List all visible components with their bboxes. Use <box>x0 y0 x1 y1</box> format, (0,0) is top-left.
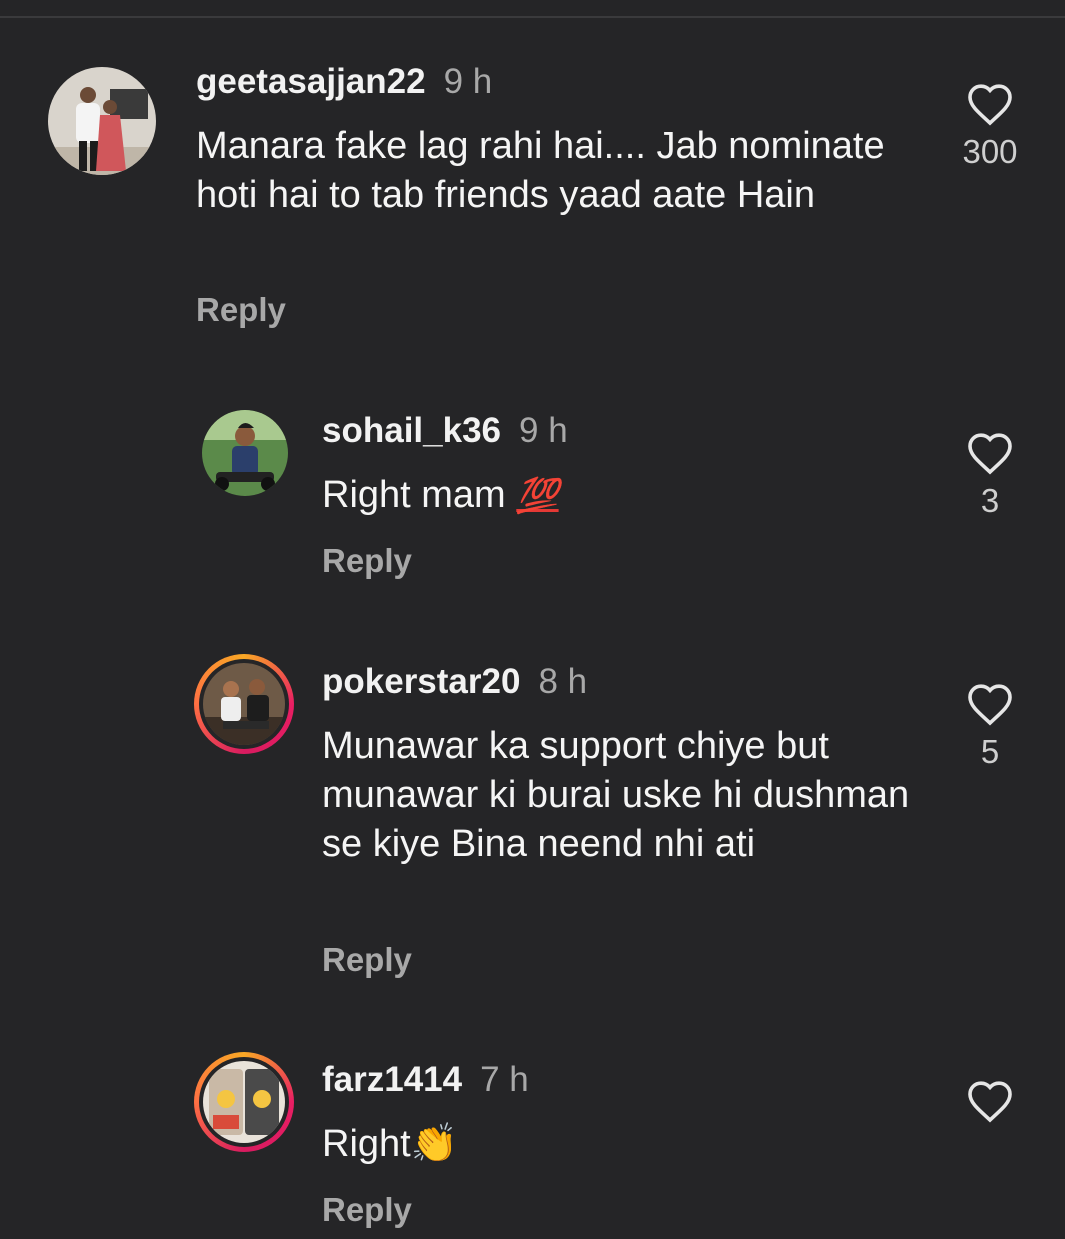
heart-outline-icon <box>968 84 1012 126</box>
story-ring[interactable] <box>194 654 294 754</box>
comment-meta: pokerstar20 8 h <box>322 662 587 702</box>
comment-text-body: Right <box>322 1123 411 1165</box>
like-count: 3 <box>980 482 1000 519</box>
timestamp: 8 h <box>538 662 588 701</box>
username[interactable]: geetasajjan22 <box>196 62 426 101</box>
like-count: 5 <box>980 733 1000 770</box>
timestamp: 9 h <box>443 62 493 101</box>
hundred-points-emoji-icon: 💯 <box>516 477 559 515</box>
comment-meta: geetasajjan22 9 h <box>196 62 492 102</box>
comment-text: Munawar ka support chiye but munawar ki … <box>322 725 910 865</box>
like-button[interactable]: 3 <box>962 431 1018 521</box>
like-button[interactable]: 5 <box>962 682 1018 772</box>
comment-text: Right mam 💯 <box>322 471 922 521</box>
like-button[interactable]: 300 <box>962 82 1018 172</box>
timestamp: 7 h <box>480 1060 529 1099</box>
story-ring[interactable] <box>194 1052 294 1152</box>
avatar[interactable] <box>202 410 288 496</box>
reply-button[interactable]: Reply <box>322 940 412 980</box>
username[interactable]: sohail_k36 <box>322 411 501 450</box>
heart-outline-icon <box>968 684 1012 726</box>
heart-outline-icon <box>968 433 1012 475</box>
like-count: 300 <box>962 133 1018 170</box>
top-divider <box>0 16 1065 18</box>
comment-text: Right👏 <box>322 1120 922 1169</box>
username[interactable]: pokerstar20 <box>322 662 520 701</box>
comment-text: Manara fake lag rahi hai.... Jab nominat… <box>196 125 885 216</box>
comment-meta: farz1414 7 h <box>322 1060 529 1100</box>
avatar <box>203 663 285 745</box>
comment-text-body: Right mam <box>322 474 506 516</box>
clapping-hands-emoji-icon: 👏 <box>410 1123 459 1165</box>
reply-button[interactable]: Reply <box>196 290 286 330</box>
comment-meta: sohail_k36 9 h <box>322 411 568 451</box>
like-button[interactable] <box>962 1079 1018 1123</box>
username[interactable]: farz1414 <box>322 1060 462 1099</box>
heart-outline-icon <box>968 1081 1012 1123</box>
timestamp: 9 h <box>519 411 568 450</box>
reply-button[interactable]: Reply <box>322 541 412 581</box>
avatar <box>203 1061 285 1143</box>
reply-button[interactable]: Reply <box>322 1190 412 1230</box>
avatar[interactable] <box>48 67 156 175</box>
